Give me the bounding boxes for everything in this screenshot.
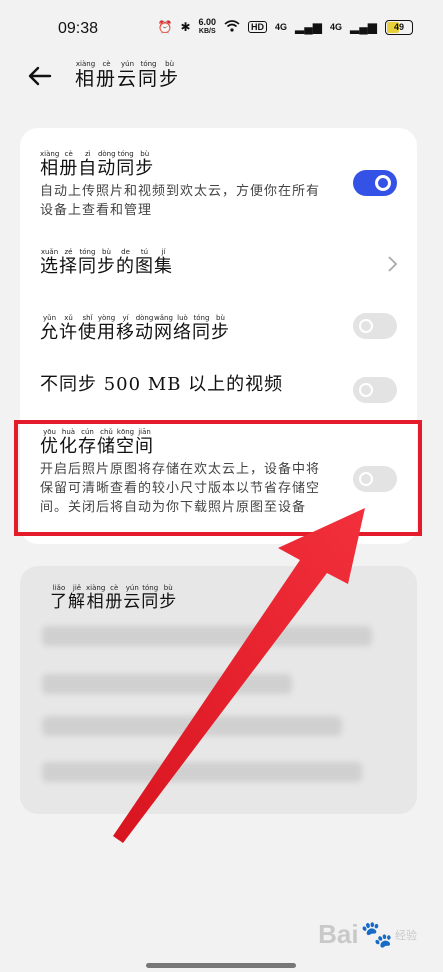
page-title: 相xiàng册cè云yún同tóng步bù — [75, 60, 181, 90]
setting-title: 允yǔn许xǔ使shǐ用yòng移yí动dòng网wǎng络luò同tóng步b… — [40, 314, 230, 343]
signal-bars-icon-2: ▂▄▆ — [350, 20, 377, 34]
highlight-box — [14, 420, 422, 536]
status-icons: ⏰ ✱ 6.00 KB/S HD 4G ▂▄▆ 4G ▂▄▆ 49 — [157, 18, 413, 36]
status-bar: 09:38 ⏰ ✱ 6.00 KB/S HD 4G ▂▄▆ 4G ▂▄▆ 49 — [0, 0, 443, 56]
info-card: 了liǎo解jiě相xiàng册cè云yún同tóng步bù — [20, 566, 417, 814]
wifi-icon — [224, 19, 240, 35]
signal-4g-1: 4G — [275, 22, 288, 32]
setting-album-auto-sync[interactable]: 相xiàng册cè自zì动dòng同tóng步bù 自动上传照片和视频到欢太云，… — [40, 150, 397, 220]
album-auto-sync-toggle[interactable] — [353, 170, 397, 196]
blurred-text-line — [42, 674, 292, 694]
hd-badge: HD — [248, 21, 268, 33]
home-indicator — [146, 963, 296, 968]
toggle-knob — [359, 383, 373, 397]
signal-bars-icon: ▂▄▆ — [295, 20, 323, 34]
back-button[interactable] — [24, 60, 56, 92]
blurred-text-line — [42, 716, 342, 736]
skip-large-videos-toggle[interactable] — [353, 377, 397, 403]
setting-select-albums[interactable]: 选xuǎn择zé同tóng步bù的de图tú集jí — [40, 248, 397, 278]
setting-title: 相xiàng册cè自zì动dòng同tóng步bù — [40, 150, 155, 179]
signal-4g-2: 4G — [330, 22, 343, 32]
paw-icon: 🐾 — [360, 919, 393, 949]
setting-mobile-data-sync[interactable]: 允yǔn许xǔ使shǐ用yòng移yí动dòng网wǎng络luò同tóng步b… — [40, 314, 397, 344]
info-title: 了liǎo解jiě相xiàng册cè云yún同tóng步bù — [50, 584, 178, 612]
chevron-right-icon[interactable] — [385, 254, 399, 274]
setting-title: 选xuǎn择zé同tóng步bù的de图tú集jí — [40, 248, 173, 277]
status-time: 09:38 — [58, 20, 99, 37]
bluetooth-icon: ✱ — [180, 20, 191, 34]
blurred-text-line — [42, 762, 362, 782]
setting-skip-large-videos[interactable]: 不同步 500 MB 以上的视频 — [40, 374, 397, 396]
setting-desc: 自动上传照片和视频到欢太云，方便你在所有设备上查看和管理 — [40, 183, 321, 218]
setting-title: 不同步 500 MB 以上的视频 — [40, 374, 284, 395]
toggle-knob — [375, 175, 391, 191]
alarm-icon: ⏰ — [157, 20, 173, 34]
blurred-text-line — [42, 626, 372, 646]
battery-icon: 49 — [385, 19, 413, 35]
mobile-data-sync-toggle[interactable] — [353, 313, 397, 339]
net-speed: 6.00 KB/S — [198, 17, 217, 36]
arrow-left-icon — [28, 66, 52, 86]
toggle-knob — [359, 319, 373, 333]
baidu-watermark: Bai 🐾 经验 — [318, 919, 417, 949]
